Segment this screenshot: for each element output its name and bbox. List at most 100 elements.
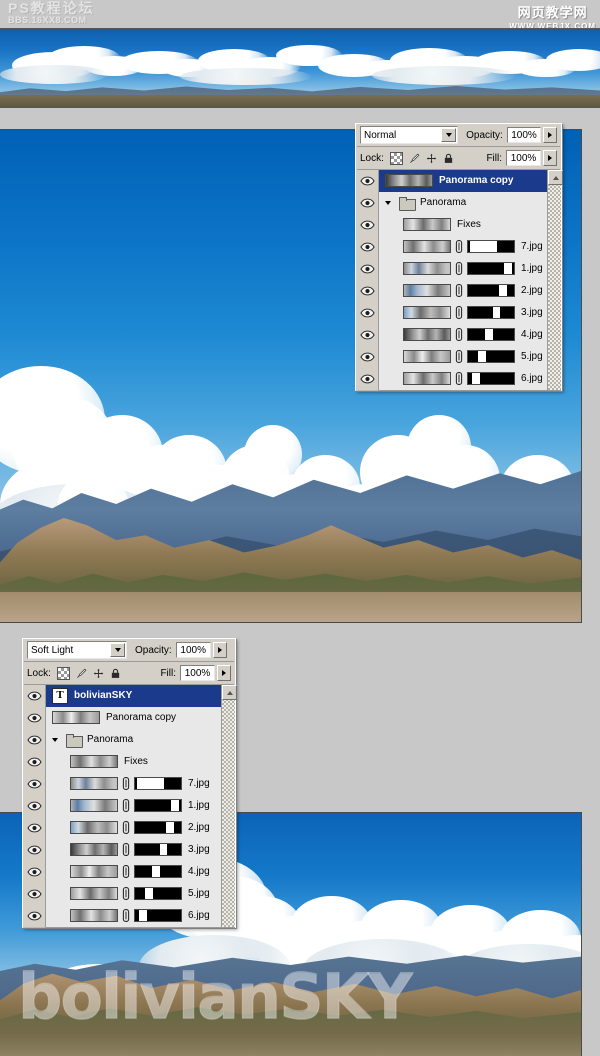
layer-row-body[interactable]: 7.jpg: [46, 773, 235, 796]
layer-visibility-toggle[interactable]: [23, 772, 46, 796]
layer-mask-link[interactable]: [118, 777, 134, 790]
opacity-value-1[interactable]: 100%: [506, 127, 542, 143]
layer-visibility-toggle[interactable]: [356, 367, 379, 391]
layer-row[interactable]: 1.jpg: [356, 257, 561, 281]
layer-mask-link[interactable]: [118, 821, 134, 834]
layer-thumbnail[interactable]: [70, 865, 118, 878]
blend-mode-select-2[interactable]: Soft Light: [27, 641, 127, 659]
layer-row-body[interactable]: 4.jpg: [46, 861, 235, 884]
link-icon[interactable]: [121, 887, 131, 900]
layer-mask-thumbnail[interactable]: [467, 372, 515, 385]
layer-row-body[interactable]: 1.jpg: [46, 795, 235, 818]
layer-row[interactable]: 3.jpg: [23, 838, 235, 862]
link-icon[interactable]: [121, 843, 131, 856]
layer-row[interactable]: 7.jpg: [356, 235, 561, 259]
layer-row[interactable]: 1.jpg: [23, 794, 235, 818]
layer-row-body[interactable]: 3.jpg: [379, 302, 561, 325]
layer-visibility-toggle[interactable]: [23, 706, 46, 730]
layer-mask-link[interactable]: [118, 865, 134, 878]
layer-mask-thumbnail[interactable]: [467, 328, 515, 341]
layer-mask-link[interactable]: [118, 887, 134, 900]
lock-icon[interactable]: [110, 668, 121, 679]
layer-mask-thumbnail[interactable]: [134, 777, 182, 790]
layer-row[interactable]: TbolivianSKY: [23, 684, 235, 708]
layer-row-body[interactable]: Panorama copy: [46, 707, 235, 730]
layer-row-body[interactable]: TbolivianSKY: [46, 685, 235, 708]
link-icon[interactable]: [121, 799, 131, 812]
layer-mask-link[interactable]: [118, 909, 134, 922]
layer-row[interactable]: Fixes: [356, 213, 561, 237]
layer-thumbnail[interactable]: [403, 284, 451, 297]
layer-thumbnail[interactable]: [70, 821, 118, 834]
layer-row-body[interactable]: 2.jpg: [379, 280, 561, 303]
layer-visibility-toggle[interactable]: [23, 750, 46, 774]
layer-mask-thumbnail[interactable]: [134, 799, 182, 812]
layer-row[interactable]: 6.jpg: [356, 367, 561, 391]
layer-row[interactable]: Panorama: [23, 728, 235, 752]
layer-row[interactable]: 5.jpg: [23, 882, 235, 906]
layer-visibility-toggle[interactable]: [23, 860, 46, 884]
layer-row-body[interactable]: Fixes: [46, 751, 235, 774]
layer-row[interactable]: 7.jpg: [23, 772, 235, 796]
layer-row[interactable]: 4.jpg: [356, 323, 561, 347]
layer-mask-link[interactable]: [451, 306, 467, 319]
layer-mask-thumbnail[interactable]: [467, 240, 515, 253]
move-icon[interactable]: [93, 668, 104, 679]
layer-visibility-toggle[interactable]: [356, 169, 379, 193]
lock-icon[interactable]: [443, 153, 454, 164]
layer-row[interactable]: Fixes: [23, 750, 235, 774]
layer-mask-thumbnail[interactable]: [134, 887, 182, 900]
layer-list-scrollbar-1[interactable]: [547, 170, 563, 390]
layer-visibility-toggle[interactable]: [356, 235, 379, 259]
layer-thumbnail[interactable]: [403, 218, 451, 231]
link-icon[interactable]: [454, 350, 464, 363]
link-icon[interactable]: [454, 284, 464, 297]
layer-thumbnail[interactable]: [52, 711, 100, 724]
layer-thumbnail[interactable]: [403, 262, 451, 275]
opacity-value-2[interactable]: 100%: [175, 642, 211, 658]
layer-row[interactable]: 2.jpg: [356, 279, 561, 303]
brush-icon[interactable]: [76, 668, 87, 679]
layer-mask-thumbnail[interactable]: [134, 865, 182, 878]
layer-visibility-toggle[interactable]: [23, 904, 46, 928]
layer-thumbnail[interactable]: [70, 799, 118, 812]
layer-row[interactable]: 3.jpg: [356, 301, 561, 325]
layer-mask-thumbnail[interactable]: [467, 306, 515, 319]
layer-visibility-toggle[interactable]: [356, 257, 379, 281]
opacity-stepper-2[interactable]: [212, 642, 227, 658]
layer-thumbnail[interactable]: [70, 843, 118, 856]
fill-value-2[interactable]: 100%: [180, 665, 215, 681]
layer-row-body[interactable]: Panorama copy: [379, 170, 561, 193]
chevron-down-icon[interactable]: [441, 128, 457, 142]
layer-mask-link[interactable]: [451, 328, 467, 341]
layer-mask-link[interactable]: [451, 284, 467, 297]
layer-visibility-toggle[interactable]: [23, 816, 46, 840]
link-icon[interactable]: [121, 865, 131, 878]
layer-mask-thumbnail[interactable]: [134, 909, 182, 922]
layer-row-body[interactable]: Fixes: [379, 214, 561, 237]
layer-thumbnail[interactable]: [403, 328, 451, 341]
group-expand-triangle-icon[interactable]: [52, 737, 58, 742]
layer-thumbnail[interactable]: [70, 777, 118, 790]
layer-thumbnail[interactable]: [403, 372, 451, 385]
layer-visibility-toggle[interactable]: [356, 191, 379, 215]
layer-mask-link[interactable]: [451, 350, 467, 363]
layer-row[interactable]: Panorama copy: [356, 169, 561, 193]
link-icon[interactable]: [454, 306, 464, 319]
layer-list-2[interactable]: TbolivianSKY Panorama copy Panorama Fixes 7.…: [23, 684, 237, 928]
layer-row[interactable]: 2.jpg: [23, 816, 235, 840]
layer-row-body[interactable]: 7.jpg: [379, 236, 561, 259]
layer-visibility-toggle[interactable]: [23, 728, 46, 752]
layer-thumbnail[interactable]: [385, 174, 433, 187]
layer-row[interactable]: Panorama copy: [23, 706, 235, 730]
layer-mask-link[interactable]: [451, 372, 467, 385]
layer-visibility-toggle[interactable]: [23, 882, 46, 906]
layer-row-body[interactable]: Panorama: [46, 729, 235, 752]
layers-panel-bottom[interactable]: Soft Light Opacity: 100% Lock: Fill: 100…: [22, 638, 237, 928]
fill-stepper-1[interactable]: [543, 150, 557, 166]
layer-mask-link[interactable]: [451, 240, 467, 253]
fill-value-1[interactable]: 100%: [506, 150, 541, 166]
layer-row-body[interactable]: 2.jpg: [46, 817, 235, 840]
layer-mask-thumbnail[interactable]: [467, 284, 515, 297]
layer-mask-thumbnail[interactable]: [467, 262, 515, 275]
